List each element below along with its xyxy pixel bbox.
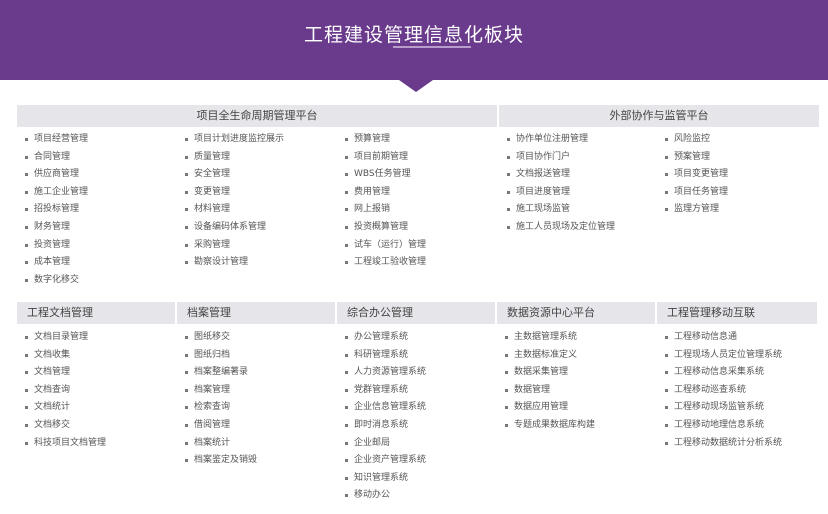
archive-list: 图纸移交 图纸归档 档案整编著录 档案管理 检索查询 借阅管理 档案统计 档案鉴定及销毁 bbox=[185, 329, 257, 470]
list-item[interactable]: 成本管理 bbox=[25, 254, 88, 272]
list-item[interactable]: 档案统计 bbox=[185, 435, 257, 453]
page-title: 工程建设管理信息化板块 bbox=[303, 24, 524, 46]
list-item[interactable]: 即时消息系统 bbox=[345, 417, 426, 435]
list-item[interactable]: 供应商管理 bbox=[25, 166, 88, 184]
list-item[interactable]: 项目变更管理 bbox=[665, 166, 728, 184]
list-item[interactable]: 工程移动巡查系统 bbox=[665, 382, 782, 400]
list-item[interactable]: 档案管理 bbox=[185, 382, 257, 400]
list-item[interactable]: 文档移交 bbox=[25, 417, 106, 435]
panel-header-external: 外部协作与监管平台 bbox=[499, 105, 819, 127]
external-column-2: 风险监控 预案管理 项目变更管理 项目任务管理 监理方管理 bbox=[665, 131, 728, 219]
list-item[interactable]: 工程现场人员定位管理系统 bbox=[665, 347, 782, 365]
list-item[interactable]: 设备编码体系管理 bbox=[185, 219, 284, 237]
list-item[interactable]: 借阅管理 bbox=[185, 417, 257, 435]
list-item[interactable]: 文档查询 bbox=[25, 382, 106, 400]
list-item[interactable]: 项目进度管理 bbox=[507, 184, 615, 202]
panel-header-archive: 档案管理 bbox=[177, 302, 335, 324]
list-item[interactable]: 数据采集管理 bbox=[505, 364, 595, 382]
list-item[interactable]: 企业信息管理系统 bbox=[345, 399, 426, 417]
list-item[interactable]: 网上报销 bbox=[345, 201, 426, 219]
panel-header-office: 综合办公管理 bbox=[337, 302, 495, 324]
list-item[interactable]: 风险监控 bbox=[665, 131, 728, 149]
doc-list: 文档目录管理 文档收集 文档管理 文档查询 文档统计 文档移交 科技项目文档管理 bbox=[25, 329, 106, 452]
list-item[interactable]: 施工现场监管 bbox=[507, 201, 615, 219]
list-item[interactable]: 移动办公 bbox=[345, 487, 426, 505]
list-item[interactable]: 主数据管理系统 bbox=[505, 329, 595, 347]
banner-arrow bbox=[399, 80, 433, 92]
list-item[interactable]: 费用管理 bbox=[345, 184, 426, 202]
list-item[interactable]: 勘察设计管理 bbox=[185, 254, 284, 272]
list-item[interactable]: 工程竣工验收管理 bbox=[345, 254, 426, 272]
header-banner: 工程建设管理信息化板块 bbox=[0, 0, 828, 80]
list-item[interactable]: 文档统计 bbox=[25, 399, 106, 417]
list-item[interactable]: 专题成果数据库构建 bbox=[505, 417, 595, 435]
list-item[interactable]: 主数据标准定义 bbox=[505, 347, 595, 365]
list-item[interactable]: WBS任务管理 bbox=[345, 166, 426, 184]
list-item[interactable]: 数字化移交 bbox=[25, 272, 88, 290]
list-item[interactable]: 投资管理 bbox=[25, 237, 88, 255]
list-item[interactable]: 项目经营管理 bbox=[25, 131, 88, 149]
list-item[interactable]: 知识管理系统 bbox=[345, 470, 426, 488]
list-item[interactable]: 监理方管理 bbox=[665, 201, 728, 219]
list-item[interactable]: 预算管理 bbox=[345, 131, 426, 149]
panel-header-doc: 工程文档管理 bbox=[17, 302, 175, 324]
office-list: 办公管理系统 科研管理系统 人力资源管理系统 党群管理系统 企业信息管理系统 即时消息系统… bbox=[345, 329, 426, 505]
list-item[interactable]: 材料管理 bbox=[185, 201, 284, 219]
list-item[interactable]: 投资概算管理 bbox=[345, 219, 426, 237]
list-item[interactable]: 项目计划进度监控展示 bbox=[185, 131, 284, 149]
list-item[interactable]: 档案鉴定及销毁 bbox=[185, 452, 257, 470]
list-item[interactable]: 项目协作门户 bbox=[507, 149, 615, 167]
list-item[interactable]: 工程移动信息通 bbox=[665, 329, 782, 347]
list-item[interactable]: 图纸归档 bbox=[185, 347, 257, 365]
list-item[interactable]: 财务管理 bbox=[25, 219, 88, 237]
list-item[interactable]: 科技项目文档管理 bbox=[25, 435, 106, 453]
list-item[interactable]: 企业资产管理系统 bbox=[345, 452, 426, 470]
list-item[interactable]: 文档管理 bbox=[25, 364, 106, 382]
list-item[interactable]: 工程移动数据统计分析系统 bbox=[665, 435, 782, 453]
title-underline bbox=[393, 46, 471, 48]
list-item[interactable]: 质量管理 bbox=[185, 149, 284, 167]
panel-header-mobile: 工程管理移动互联 bbox=[657, 302, 817, 324]
list-item[interactable]: 数据应用管理 bbox=[505, 399, 595, 417]
list-item[interactable]: 施工人员现场及定位管理 bbox=[507, 219, 615, 237]
list-item[interactable]: 科研管理系统 bbox=[345, 347, 426, 365]
external-column-1: 协作单位注册管理 项目协作门户 文档报送管理 项目进度管理 施工现场监管 施工人员现场及定… bbox=[507, 131, 615, 237]
list-item[interactable]: 检索查询 bbox=[185, 399, 257, 417]
list-item[interactable]: 项目任务管理 bbox=[665, 184, 728, 202]
list-item[interactable]: 文档报送管理 bbox=[507, 166, 615, 184]
list-item[interactable]: 工程移动现场监管系统 bbox=[665, 399, 782, 417]
list-item[interactable]: 党群管理系统 bbox=[345, 382, 426, 400]
list-item[interactable]: 企业邮局 bbox=[345, 435, 426, 453]
list-item[interactable]: 预案管理 bbox=[665, 149, 728, 167]
list-item[interactable]: 试车（运行）管理 bbox=[345, 237, 426, 255]
list-item[interactable]: 人力资源管理系统 bbox=[345, 364, 426, 382]
panel-header-lifecycle: 项目全生命周期管理平台 bbox=[17, 105, 497, 127]
list-item[interactable]: 施工企业管理 bbox=[25, 184, 88, 202]
list-item[interactable]: 协作单位注册管理 bbox=[507, 131, 615, 149]
list-item[interactable]: 图纸移交 bbox=[185, 329, 257, 347]
lifecycle-column-1: 项目经营管理 合同管理 供应商管理 施工企业管理 招投标管理 财务管理 投资管理 成本管理 数字… bbox=[25, 131, 88, 289]
list-item[interactable]: 文档收集 bbox=[25, 347, 106, 365]
list-item[interactable]: 档案整编著录 bbox=[185, 364, 257, 382]
mobile-list: 工程移动信息通 工程现场人员定位管理系统 工程移动信息采集系统 工程移动巡查系统 工程移… bbox=[665, 329, 782, 452]
list-item[interactable]: 文档目录管理 bbox=[25, 329, 106, 347]
list-item[interactable]: 合同管理 bbox=[25, 149, 88, 167]
list-item[interactable]: 项目前期管理 bbox=[345, 149, 426, 167]
panel-header-data: 数据资源中心平台 bbox=[497, 302, 655, 324]
list-item[interactable]: 招投标管理 bbox=[25, 201, 88, 219]
list-item[interactable]: 办公管理系统 bbox=[345, 329, 426, 347]
lifecycle-column-2: 项目计划进度监控展示 质量管理 安全管理 变更管理 材料管理 设备编码体系管理 采购管理 勘察… bbox=[185, 131, 284, 272]
list-item[interactable]: 采购管理 bbox=[185, 237, 284, 255]
list-item[interactable]: 安全管理 bbox=[185, 166, 284, 184]
list-item[interactable]: 变更管理 bbox=[185, 184, 284, 202]
lifecycle-column-3: 预算管理 项目前期管理 WBS任务管理 费用管理 网上报销 投资概算管理 试车（运行）管理工… bbox=[345, 131, 426, 272]
list-item[interactable]: 工程移动信息采集系统 bbox=[665, 364, 782, 382]
list-item[interactable]: 数据管理 bbox=[505, 382, 595, 400]
data-list: 主数据管理系统 主数据标准定义 数据采集管理 数据管理 数据应用管理 专题成果数据库构建 bbox=[505, 329, 595, 435]
list-item[interactable]: 工程移动地理信息系统 bbox=[665, 417, 782, 435]
